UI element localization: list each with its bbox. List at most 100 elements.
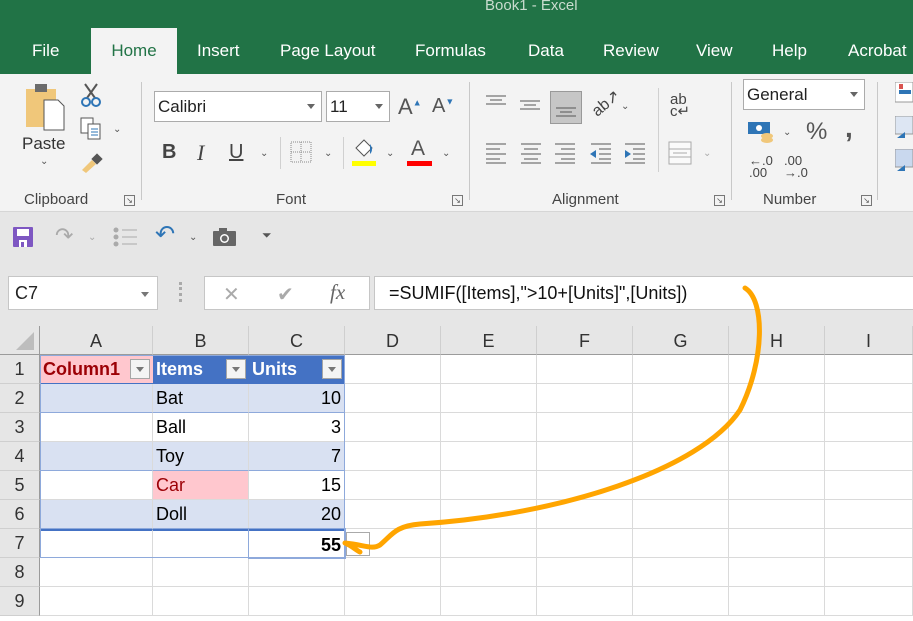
filter-dropdown-icon[interactable] — [130, 359, 150, 379]
accounting-format-icon[interactable] — [747, 120, 775, 144]
cell-b3[interactable]: Ball — [153, 413, 249, 442]
cell-a6[interactable] — [40, 500, 153, 529]
tab-file[interactable]: File — [32, 28, 59, 74]
cell-f2[interactable] — [537, 384, 633, 413]
insert-function-icon[interactable]: fx — [330, 280, 345, 305]
cell-c4[interactable]: 7 — [249, 442, 345, 471]
column-header-b[interactable]: B — [153, 326, 249, 355]
cell-f9[interactable] — [537, 587, 633, 616]
cell-d6[interactable] — [345, 500, 441, 529]
decrease-indent-icon[interactable] — [589, 142, 613, 164]
paste-dropdown-icon[interactable]: ⌄ — [40, 156, 48, 167]
cell-b6[interactable]: Doll — [153, 500, 249, 529]
merge-dropdown-icon[interactable]: ⌄ — [703, 148, 711, 159]
underline-button[interactable]: U — [229, 142, 243, 162]
quick-analysis-button[interactable] — [346, 532, 370, 556]
column-header-c[interactable]: C — [249, 326, 345, 355]
tab-formulas[interactable]: Formulas — [415, 28, 486, 74]
accounting-dropdown-icon[interactable]: ⌄ — [783, 127, 791, 138]
grow-font-button[interactable]: A▲ — [398, 96, 422, 118]
fill-color-dropdown-icon[interactable]: ⌄ — [386, 148, 394, 159]
increase-indent-icon[interactable] — [623, 142, 647, 164]
alignment-launcher-icon[interactable]: ↘ — [714, 195, 725, 206]
row-header-4[interactable]: 4 — [0, 442, 40, 471]
cell-h4[interactable] — [729, 442, 825, 471]
cell-d4[interactable] — [345, 442, 441, 471]
cell-f6[interactable] — [537, 500, 633, 529]
align-bottom-button[interactable] — [550, 91, 582, 124]
cell-h5[interactable] — [729, 471, 825, 500]
cell-a5[interactable] — [40, 471, 153, 500]
cell-f3[interactable] — [537, 413, 633, 442]
cell-a4[interactable] — [40, 442, 153, 471]
cell-e2[interactable] — [441, 384, 537, 413]
cell-g7[interactable] — [633, 529, 729, 558]
cell-f7[interactable] — [537, 529, 633, 558]
fill-color-button[interactable] — [352, 138, 376, 166]
cell-i1[interactable] — [825, 355, 913, 384]
cell-g2[interactable] — [633, 384, 729, 413]
cell-a3[interactable] — [40, 413, 153, 442]
font-launcher-icon[interactable]: ↘ — [452, 195, 463, 206]
cell-i2[interactable] — [825, 384, 913, 413]
tab-help[interactable]: Help — [772, 28, 807, 74]
cell-d9[interactable] — [345, 587, 441, 616]
underline-dropdown-icon[interactable]: ⌄ — [260, 148, 268, 159]
column-header-i[interactable]: I — [825, 326, 913, 355]
italic-button[interactable]: I — [197, 142, 204, 164]
cell-d5[interactable] — [345, 471, 441, 500]
cell-h3[interactable] — [729, 413, 825, 442]
row-header-1[interactable]: 1 — [0, 355, 40, 384]
cell-e4[interactable] — [441, 442, 537, 471]
filter-dropdown-icon[interactable] — [226, 359, 246, 379]
tab-view[interactable]: View — [696, 28, 733, 74]
format-painter-icon[interactable] — [80, 152, 104, 174]
cell-c7[interactable]: 55 — [248, 528, 346, 559]
table-header-items[interactable]: Items — [153, 355, 249, 384]
bullet-list-icon[interactable] — [113, 227, 137, 247]
cell-g3[interactable] — [633, 413, 729, 442]
cell-h7[interactable] — [729, 529, 825, 558]
cell-d2[interactable] — [345, 384, 441, 413]
tab-insert[interactable]: Insert — [197, 28, 240, 74]
cell-c6[interactable]: 20 — [249, 500, 345, 529]
align-center-icon[interactable] — [521, 142, 543, 164]
tab-home[interactable]: Home — [91, 28, 177, 74]
cell-c8[interactable] — [249, 558, 345, 587]
clipboard-launcher-icon[interactable]: ↘ — [124, 195, 135, 206]
resize-handle[interactable] — [179, 282, 182, 302]
row-header-2[interactable]: 2 — [0, 384, 40, 413]
cell-h1[interactable] — [729, 355, 825, 384]
tab-review[interactable]: Review — [603, 28, 659, 74]
increase-decimal-button[interactable]: ←.0 .00 — [749, 154, 773, 179]
conditional-formatting-icon[interactable] — [895, 82, 913, 104]
cell-e8[interactable] — [441, 558, 537, 587]
copy-icon[interactable] — [80, 117, 102, 141]
cell-b8[interactable] — [153, 558, 249, 587]
cell-g1[interactable] — [633, 355, 729, 384]
row-header-3[interactable]: 3 — [0, 413, 40, 442]
filter-dropdown-icon[interactable] — [322, 359, 342, 379]
row-header-7[interactable]: 7 — [0, 529, 40, 558]
merge-center-icon[interactable] — [668, 141, 692, 165]
cell-i8[interactable] — [825, 558, 913, 587]
bold-button[interactable]: B — [162, 142, 176, 162]
cell-e1[interactable] — [441, 355, 537, 384]
cell-h9[interactable] — [729, 587, 825, 616]
cell-b7[interactable] — [153, 529, 249, 558]
column-header-g[interactable]: G — [633, 326, 729, 355]
cell-a2[interactable] — [40, 384, 153, 413]
number-format-select[interactable]: General — [743, 79, 865, 110]
orientation-icon[interactable]: ab↗ — [589, 87, 624, 120]
percent-style-button[interactable]: % — [806, 120, 827, 144]
cell-i3[interactable] — [825, 413, 913, 442]
cut-icon[interactable] — [80, 82, 102, 108]
table-header-column1[interactable]: Column1 — [40, 355, 153, 384]
align-middle-icon[interactable] — [520, 99, 542, 113]
cell-e7[interactable] — [441, 529, 537, 558]
cell-h2[interactable] — [729, 384, 825, 413]
decrease-decimal-button[interactable]: .00 →.0 — [784, 154, 808, 179]
cell-b9[interactable] — [153, 587, 249, 616]
cell-h6[interactable] — [729, 500, 825, 529]
cell-c9[interactable] — [249, 587, 345, 616]
